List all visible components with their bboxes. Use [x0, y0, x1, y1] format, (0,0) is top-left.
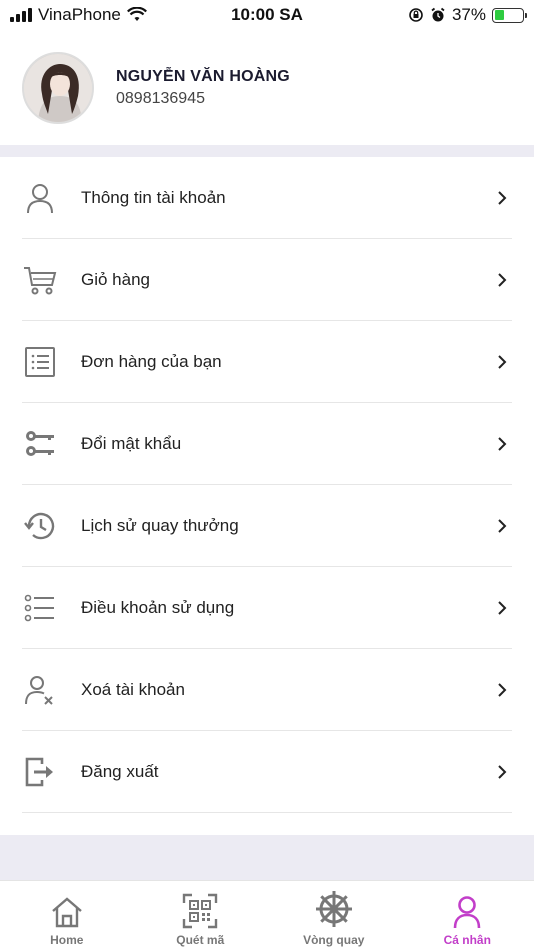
carrier-name: VinaPhone — [38, 5, 121, 24]
profile-name: NGUYỄN VĂN HOÀNG — [116, 67, 290, 85]
menu-list: Thông tin tài khoản Giỏ hàng Đơn hàng củ… — [0, 157, 534, 813]
menu-label: Đổi mật khẩu — [81, 433, 182, 453]
avatar[interactable] — [22, 51, 94, 124]
cart-icon — [22, 262, 58, 298]
key-icon — [22, 426, 58, 462]
menu-item-account-info[interactable]: Thông tin tài khoản — [22, 157, 512, 239]
menu-item-delete-account[interactable]: Xoá tài khoản — [22, 649, 512, 731]
signal-icon — [10, 8, 32, 22]
chevron-right-icon — [492, 434, 512, 454]
qr-code-icon — [183, 893, 218, 929]
tab-label: Home — [50, 933, 84, 947]
history-icon — [22, 508, 58, 544]
menu-item-change-password[interactable]: Đổi mật khẩu — [22, 403, 512, 485]
person-icon — [453, 896, 481, 929]
user-remove-icon — [22, 672, 58, 708]
tab-label: Cá nhân — [443, 933, 491, 947]
menu-label: Đơn hàng của bạn — [81, 351, 222, 371]
logout-icon — [22, 754, 58, 790]
tab-scan[interactable]: Quét mã — [134, 881, 268, 950]
status-right: 37% — [408, 5, 527, 25]
tab-label: Quét mã — [176, 933, 225, 947]
chevron-right-icon — [492, 352, 512, 372]
alarm-icon — [431, 7, 445, 22]
battery-fill — [494, 10, 505, 20]
bottom-tab-bar: Home Quét mã Vòng quay Cá nhân — [0, 880, 534, 950]
battery-icon — [492, 7, 527, 23]
wheel-icon — [315, 891, 352, 927]
order-list-icon — [22, 344, 58, 380]
chevron-right-icon — [492, 188, 512, 208]
tab-wheel[interactable]: Vòng quay — [267, 881, 401, 950]
wifi-icon — [126, 7, 147, 21]
profile-phone: 0898136945 — [116, 89, 205, 107]
section-divider — [0, 145, 534, 157]
avatar-image — [24, 53, 92, 122]
menu-item-terms[interactable]: Điều khoản sử dụng — [22, 567, 512, 649]
menu-label: Lịch sử quay thưởng — [81, 515, 239, 535]
profile-info: NGUYỄN VĂN HOÀNG 0898136945 — [116, 68, 290, 108]
chevron-right-icon — [492, 516, 512, 536]
bottom-spacer — [0, 835, 534, 880]
orientation-lock-icon — [409, 8, 423, 22]
menu-label: Thông tin tài khoản — [81, 187, 226, 207]
profile-header[interactable]: NGUYỄN VĂN HOÀNG 0898136945 — [0, 30, 534, 145]
menu-label: Điều khoản sử dụng — [81, 597, 235, 617]
menu-label: Xoá tài khoản — [81, 679, 185, 699]
menu-item-logout[interactable]: Đăng xuất — [22, 731, 512, 813]
menu-item-cart[interactable]: Giỏ hàng — [22, 239, 512, 321]
tab-label: Vòng quay — [303, 933, 365, 947]
chevron-right-icon — [492, 680, 512, 700]
status-bar: VinaPhone 10:00 SA 37% — [0, 0, 534, 30]
menu-label: Giỏ hàng — [81, 269, 150, 289]
menu-item-orders[interactable]: Đơn hàng của bạn — [22, 321, 512, 403]
user-icon — [22, 180, 58, 216]
chevron-right-icon — [492, 598, 512, 618]
status-left: VinaPhone — [10, 5, 147, 25]
battery-percent: 37% — [451, 5, 486, 24]
chevron-right-icon — [492, 270, 512, 290]
tab-profile[interactable]: Cá nhân — [401, 881, 534, 950]
home-icon — [51, 897, 82, 928]
terms-list-icon — [22, 590, 58, 626]
tab-home[interactable]: Home — [0, 881, 134, 950]
chevron-right-icon — [492, 762, 512, 782]
menu-item-spin-history[interactable]: Lịch sử quay thưởng — [22, 485, 512, 567]
menu-label: Đăng xuất — [81, 761, 159, 781]
